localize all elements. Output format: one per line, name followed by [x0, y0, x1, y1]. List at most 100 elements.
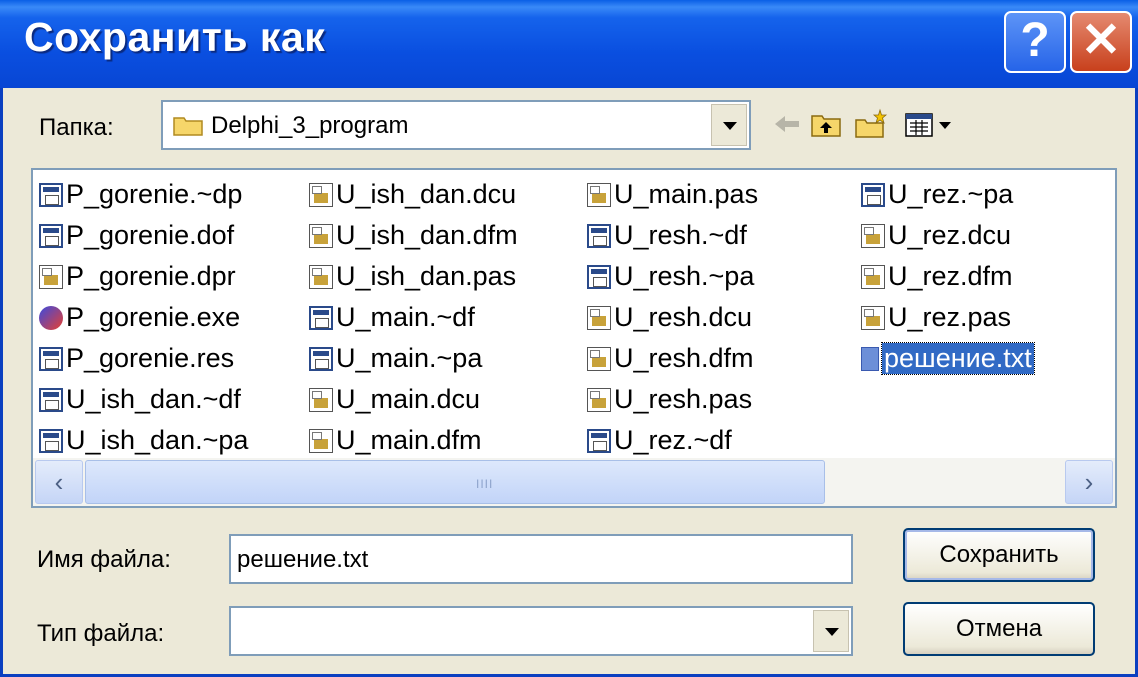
file-item[interactable]: P_gorenie.dof [39, 215, 248, 256]
file-item[interactable]: U_main.pas [587, 174, 758, 215]
file-list[interactable]: P_gorenie.~dp P_gorenie.dof P_gorenie.dpr P… [31, 168, 1117, 508]
delphi-unit-file-icon [587, 346, 611, 371]
filetype-dropdown-button[interactable] [813, 610, 849, 652]
file-item[interactable]: U_resh.dfm [587, 338, 758, 379]
file-item[interactable]: U_main.~df [309, 297, 518, 338]
filename-label: Имя файла: [37, 546, 171, 573]
delphi-unit-file-icon [587, 387, 611, 412]
file-item[interactable]: P_gorenie.res [39, 338, 248, 379]
title-bar[interactable]: Сохранить как ? ✕ [0, 0, 1138, 88]
file-column-2: U_ish_dan.dcu U_ish_dan.dfm U_ish_dan.pas U… [309, 174, 518, 461]
file-name: U_main.~pa [336, 343, 483, 373]
file-name: U_rez.dfm [888, 261, 1013, 291]
file-item[interactable]: P_gorenie.dpr [39, 256, 248, 297]
scroll-grip: IIII [476, 477, 494, 491]
file-name: U_resh.dfm [614, 343, 754, 373]
folder-select[interactable]: Delphi_3_program [161, 100, 751, 150]
save-button[interactable]: Сохранить [903, 528, 1095, 582]
file-item[interactable]: U_resh.dcu [587, 297, 758, 338]
folder-value: Delphi_3_program [211, 112, 409, 139]
delphi-form-file-icon [861, 182, 885, 207]
delphi-unit-file-icon [309, 182, 333, 207]
file-name: P_gorenie.dof [66, 220, 235, 250]
delphi-unit-file-icon [861, 223, 885, 248]
file-item[interactable]: U_resh.~df [587, 215, 758, 256]
file-item[interactable]: U_ish_dan.~pa [39, 420, 248, 461]
file-name: U_main.dfm [336, 425, 482, 455]
file-item[interactable]: P_gorenie.~dp [39, 174, 248, 215]
cancel-button[interactable]: Отмена [903, 602, 1095, 656]
file-name: U_resh.pas [614, 384, 753, 414]
delphi-form-file-icon [39, 387, 63, 412]
file-item[interactable]: U_rez.pas [861, 297, 1034, 338]
filename-value: решение.txt [237, 546, 369, 573]
folder-icon [173, 117, 203, 136]
text-file-icon [861, 346, 879, 371]
file-item[interactable]: U_ish_dan.dfm [309, 215, 518, 256]
file-item[interactable]: U_rez.~df [587, 420, 758, 461]
filetype-select[interactable] [229, 606, 853, 656]
file-column-1: P_gorenie.~dp P_gorenie.dof P_gorenie.dpr P… [39, 174, 248, 461]
scroll-right-button[interactable]: › [1065, 460, 1113, 504]
view-menu-icon[interactable] [903, 108, 961, 140]
file-name: U_ish_dan.dcu [336, 179, 517, 209]
delphi-form-file-icon [39, 182, 63, 207]
file-name: U_rez.dcu [888, 220, 1012, 250]
delphi-form-file-icon [39, 346, 63, 371]
filetype-label: Тип файла: [37, 620, 165, 647]
delphi-unit-file-icon [309, 387, 333, 412]
file-item[interactable]: U_main.~pa [309, 338, 518, 379]
file-name: U_resh.~df [614, 220, 747, 250]
file-name: P_gorenie.dpr [66, 261, 236, 291]
folder-dropdown-button[interactable] [711, 104, 747, 146]
delphi-form-file-icon [309, 305, 333, 330]
file-name: U_ish_dan.pas [336, 261, 517, 291]
file-name: P_gorenie.exe [66, 302, 241, 332]
horizontal-scrollbar[interactable]: ‹ IIII › [33, 458, 1115, 506]
file-item[interactable]: U_ish_dan.dcu [309, 174, 518, 215]
save-as-dialog: Сохранить как ? ✕ Папка: Delphi_3_progra… [0, 0, 1138, 677]
delphi-unit-file-icon [309, 223, 333, 248]
delphi-form-file-icon [587, 223, 611, 248]
arrow-left-icon[interactable] [769, 108, 803, 140]
scroll-thumb[interactable]: IIII [85, 460, 825, 504]
delphi-unit-file-icon [861, 264, 885, 289]
file-name: U_ish_dan.~df [66, 384, 241, 414]
file-item[interactable]: U_ish_dan.~df [39, 379, 248, 420]
file-name: решение.txt [881, 342, 1035, 375]
file-name: U_ish_dan.~pa [66, 425, 249, 455]
file-item[interactable]: U_main.dfm [309, 420, 518, 461]
delphi-unit-file-icon [587, 305, 611, 330]
file-name: U_resh.~pa [614, 261, 755, 291]
new-folder-icon[interactable] [853, 108, 889, 140]
filename-input[interactable]: решение.txt [229, 534, 853, 584]
file-item[interactable]: U_main.dcu [309, 379, 518, 420]
file-item[interactable]: U_rez.dfm [861, 256, 1034, 297]
file-name: U_main.pas [614, 179, 759, 209]
delphi-unit-file-icon [39, 264, 63, 289]
delphi-unit-file-icon [309, 264, 333, 289]
delphi-form-file-icon [39, 428, 63, 453]
delphi-form-file-icon [309, 346, 333, 371]
file-item[interactable]: U_rez.dcu [861, 215, 1034, 256]
file-name: U_ish_dan.dfm [336, 220, 518, 250]
file-item[interactable]: P_gorenie.exe [39, 297, 248, 338]
file-item[interactable]: U_resh.~pa [587, 256, 758, 297]
folder-label: Папка: [39, 114, 114, 141]
help-button[interactable]: ? [1004, 11, 1066, 73]
folder-up-icon[interactable] [809, 108, 843, 140]
file-item[interactable]: U_ish_dan.pas [309, 256, 518, 297]
file-name: P_gorenie.~dp [66, 179, 243, 209]
delphi-form-file-icon [39, 223, 63, 248]
delphi-unit-file-icon [861, 305, 885, 330]
file-item[interactable]: U_resh.pas [587, 379, 758, 420]
file-column-4: U_rez.~pa U_rez.dcu U_rez.dfm U_rez.pas реше… [861, 174, 1035, 379]
scroll-left-button[interactable]: ‹ [35, 460, 83, 504]
close-button[interactable]: ✕ [1070, 11, 1132, 73]
file-item[interactable]: решение.txt [861, 338, 1035, 379]
file-item[interactable]: U_rez.~pa [861, 174, 1034, 215]
dialog-title: Сохранить как [24, 14, 326, 60]
application-icon [39, 305, 63, 330]
file-name: U_main.dcu [336, 384, 481, 414]
file-name: U_rez.pas [888, 302, 1012, 332]
